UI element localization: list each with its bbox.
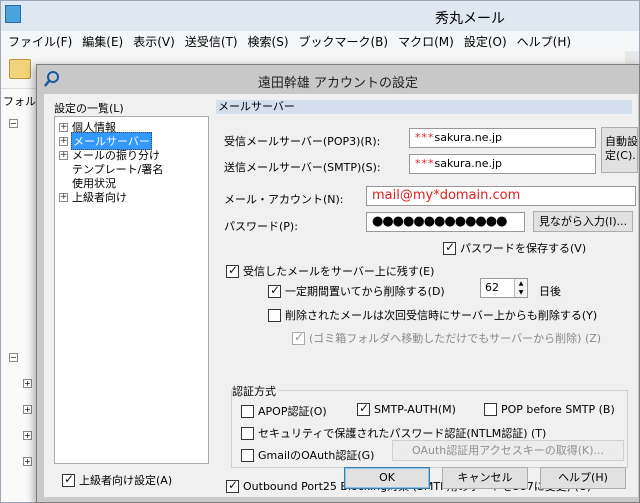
compose-icon[interactable] bbox=[9, 59, 31, 79]
checkbox-box[interactable] bbox=[268, 283, 281, 298]
menu-search[interactable]: 検索(S) bbox=[244, 33, 295, 50]
checkbox-label: 受信したメールをサーバー上に残す(E) bbox=[243, 265, 435, 278]
ntlm-checkbox[interactable]: セキュリティで保護されたパスワード認証(NTLM認証) (T) bbox=[241, 425, 546, 441]
tree-item-template-signature[interactable]: テンプレート/署名 bbox=[71, 162, 164, 176]
menu-send-receive[interactable]: 送受信(T) bbox=[181, 33, 244, 50]
tree-item-label: 上級者向け bbox=[72, 191, 127, 204]
checkbox-label: 一定期間置いてから削除する(D) bbox=[285, 285, 445, 298]
menu-macro[interactable]: マクロ(M) bbox=[394, 33, 460, 50]
password-input[interactable]: ●●●●●●●●●●●●● bbox=[366, 212, 525, 232]
days-value: 62 bbox=[485, 281, 499, 294]
checkbox-label: セキュリティで保護されたパスワード認証(NTLM認証) (T) bbox=[258, 427, 547, 440]
checkbox-box[interactable] bbox=[357, 401, 370, 416]
checkbox-label: GmailのOAuth認証(G) bbox=[258, 449, 375, 462]
smtp-mask: *** bbox=[415, 157, 435, 170]
pop3-label: 受信メールサーバー(POP3)(R): bbox=[224, 135, 381, 148]
checkbox-box[interactable] bbox=[241, 426, 254, 440]
checkbox-label: APOP認証(O) bbox=[258, 405, 327, 418]
oauth-access-key-button[interactable]: OAuth認証用アクセスキーの取得(K)... bbox=[392, 440, 624, 461]
tree-item-mail-server[interactable]: + メールサーバー bbox=[59, 132, 152, 150]
folder-expander-icon[interactable]: + bbox=[23, 457, 32, 466]
checkbox-label: (ゴミ箱フォルダへ移動しただけでもサーバーから削除) (Z) bbox=[309, 332, 602, 345]
help-button[interactable]: ヘルプ(H) bbox=[540, 467, 626, 489]
folder-expander-icon[interactable]: + bbox=[23, 379, 32, 388]
section-header: メールサーバー bbox=[216, 100, 632, 114]
account-input[interactable]: mail@my*domain.com bbox=[366, 186, 636, 206]
days-stepper[interactable]: 62 ▲ ▼ bbox=[480, 278, 528, 298]
tree-item-advanced[interactable]: + 上級者向け bbox=[59, 190, 128, 204]
days-unit-label: 日後 bbox=[539, 285, 561, 298]
show-password-button[interactable]: 見ながら入力(I)... bbox=[533, 211, 633, 232]
tree-expander-icon[interactable]: + bbox=[59, 136, 68, 146]
smtp-server-input[interactable]: ***sakura.ne.jp bbox=[409, 154, 596, 174]
pop3-value: sakura.ne.jp bbox=[434, 131, 503, 144]
checkbox-box[interactable] bbox=[292, 330, 305, 345]
folder-expander-icon[interactable]: − bbox=[9, 353, 18, 362]
pop3-mask: *** bbox=[415, 131, 435, 144]
apop-checkbox[interactable]: APOP認証(O) bbox=[241, 403, 327, 419]
cancel-button[interactable]: キャンセル bbox=[442, 467, 528, 489]
checkbox-label: POP before SMTP (B) bbox=[501, 403, 615, 416]
ok-button[interactable]: OK bbox=[344, 467, 430, 489]
settings-list-label: 設定の一覧(L) bbox=[54, 102, 124, 115]
smtp-value: sakura.ne.jp bbox=[434, 157, 503, 170]
delete-deleted-on-server-checkbox[interactable]: 削除されたメールは次回受信時にサーバー上からも削除する(Y) bbox=[268, 307, 597, 323]
leave-on-server-checkbox[interactable]: 受信したメールをサーバー上に残す(E) bbox=[226, 263, 434, 279]
delete-after-period-checkbox[interactable]: 一定期間置いてから削除する(D) bbox=[268, 283, 445, 299]
save-password-checkbox[interactable]: パスワードを保存する(V) bbox=[443, 240, 586, 256]
auto-config-line1: 自動設 bbox=[605, 135, 638, 148]
folder-expander-icon[interactable]: − bbox=[9, 119, 18, 128]
smtp-label: 送信メールサーバー(SMTP)(S): bbox=[224, 161, 381, 174]
tree-item-usage[interactable]: 使用状況 bbox=[71, 176, 117, 190]
dialog-title: 遠田幹雄 アカウントの設定 bbox=[257, 76, 419, 91]
checkbox-label: SMTP-AUTH(M) bbox=[374, 403, 456, 416]
tree-expander-icon[interactable]: + bbox=[59, 192, 68, 202]
menu-settings[interactable]: 設定(O) bbox=[460, 33, 513, 50]
checkbox-label: 上級者向け設定(A) bbox=[79, 474, 173, 487]
checkbox-label: 削除されたメールは次回受信時にサーバー上からも削除する(Y) bbox=[285, 309, 598, 322]
menu-help[interactable]: ヘルプ(H) bbox=[513, 33, 577, 50]
menu-bar: ファイル(F) 編集(E) 表示(V) 送受信(T) 検索(S) ブックマーク(… bbox=[1, 31, 639, 51]
smtp-auth-checkbox[interactable]: SMTP-AUTH(M) bbox=[357, 401, 456, 416]
checkbox-box[interactable] bbox=[268, 308, 281, 322]
trash-delete-checkbox[interactable]: (ゴミ箱フォルダへ移動しただけでもサーバーから削除) (Z) bbox=[292, 330, 601, 346]
menu-file[interactable]: ファイル(F) bbox=[4, 33, 78, 50]
dialog-titlebar: 遠田幹雄 アカウントの設定 bbox=[37, 65, 639, 94]
checkbox-box[interactable] bbox=[241, 448, 254, 462]
menu-bookmark[interactable]: ブックマーク(B) bbox=[295, 33, 395, 50]
pop3-server-input[interactable]: ***sakura.ne.jp bbox=[409, 128, 596, 148]
checkbox-box[interactable] bbox=[484, 403, 497, 416]
checkbox-box[interactable] bbox=[226, 263, 239, 278]
dialog-body: 設定の一覧(L) + 個人情報 + メールサーバー + メールの振り分け テンプ… bbox=[44, 94, 638, 497]
stepper-arrows-icon[interactable]: ▲ ▼ bbox=[514, 279, 527, 297]
menu-edit[interactable]: 編集(E) bbox=[78, 33, 129, 50]
tree-item-mail-filter[interactable]: + メールの振り分け bbox=[59, 148, 161, 162]
settings-tree[interactable]: + 個人情報 + メールサーバー + メールの振り分け テンプレート/署名 使用… bbox=[54, 116, 209, 464]
menu-view[interactable]: 表示(V) bbox=[129, 33, 181, 50]
pop-before-smtp-checkbox[interactable]: POP before SMTP (B) bbox=[484, 403, 615, 416]
checkbox-box[interactable] bbox=[241, 404, 254, 418]
auto-config-line2: 定(C)... bbox=[605, 149, 637, 162]
checkbox-box[interactable] bbox=[226, 478, 239, 493]
checkbox-box[interactable] bbox=[443, 240, 456, 255]
auto-config-button[interactable]: 自動設 定(C)... bbox=[601, 127, 638, 173]
tree-expander-icon[interactable]: + bbox=[59, 122, 68, 132]
folder-expander-icon[interactable]: + bbox=[23, 405, 32, 414]
main-titlebar: 秀丸メール bbox=[1, 1, 639, 31]
advanced-settings-checkbox[interactable]: 上級者向け設定(A) bbox=[62, 472, 172, 488]
account-settings-dialog: 遠田幹雄 アカウントの設定 設定の一覧(L) + 個人情報 + メールサーバー … bbox=[36, 64, 640, 503]
checkbox-label: パスワードを保存する(V) bbox=[460, 242, 587, 255]
folder-pane: − − + + + + bbox=[1, 89, 37, 502]
password-label: パスワード(P): bbox=[224, 220, 298, 233]
checkbox-box[interactable] bbox=[62, 472, 75, 487]
main-window-title: 秀丸メール bbox=[435, 11, 505, 27]
account-label: メール・アカウント(N): bbox=[224, 193, 344, 206]
auth-method-title: 認証方式 bbox=[232, 383, 279, 399]
folder-expander-icon[interactable]: + bbox=[23, 431, 32, 440]
gmail-oauth-checkbox[interactable]: GmailのOAuth認証(G) bbox=[241, 447, 374, 463]
tree-expander-icon[interactable]: + bbox=[59, 150, 68, 160]
